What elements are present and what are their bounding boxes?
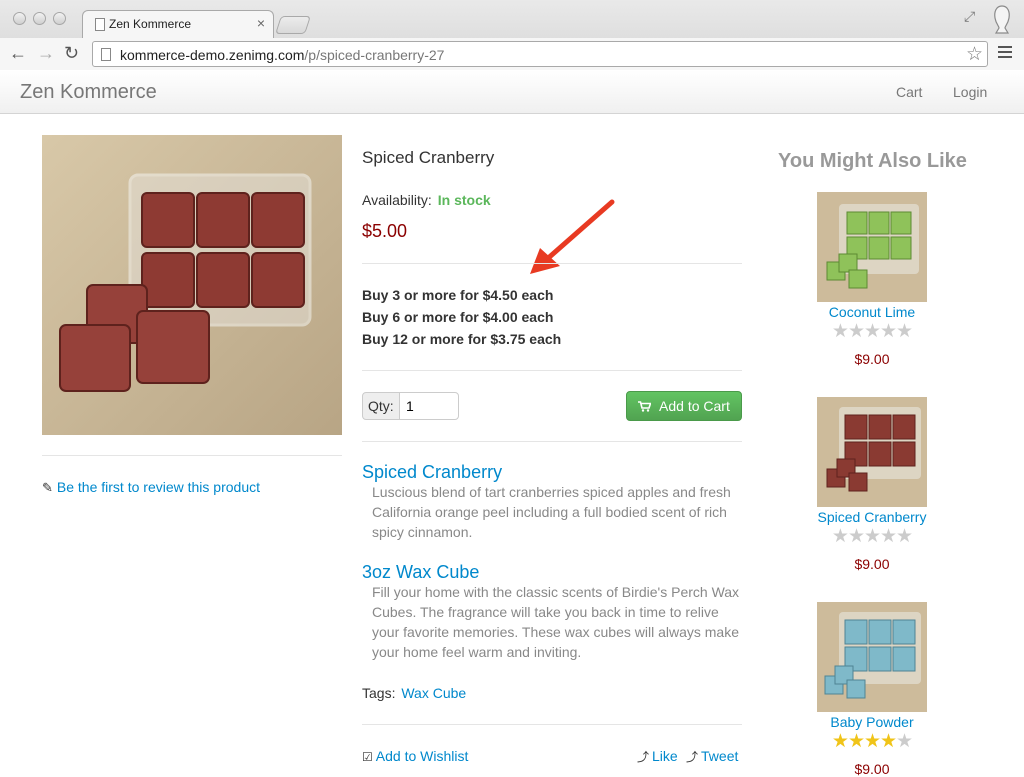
add-to-wishlist-link[interactable]: ☑ Add to Wishlist <box>362 748 468 764</box>
brand-logo[interactable]: Zen Kommerce <box>20 81 157 104</box>
suggestion-image[interactable] <box>817 397 927 507</box>
browser-tab[interactable]: Zen Kommerce × <box>82 10 274 38</box>
write-review-link[interactable]: ✎ Be the first to review this product <box>42 479 260 496</box>
suggestion-name[interactable]: Spiced Cranberry <box>797 509 947 525</box>
profile-icon[interactable] <box>990 4 1014 34</box>
reload-icon[interactable]: ↻ <box>64 43 79 64</box>
qty-label: Qty: <box>362 392 400 420</box>
check-icon: ☑ <box>362 750 373 764</box>
page-icon <box>95 18 105 31</box>
new-tab-button[interactable] <box>275 16 311 34</box>
tier-price: Buy 6 or more for $4.00 each <box>362 309 554 325</box>
section-title: 3oz Wax Cube <box>362 562 480 582</box>
divider <box>362 724 742 725</box>
rating-stars: ★★★★★ <box>831 321 913 342</box>
tier-price: Buy 12 or more for $3.75 each <box>362 331 562 347</box>
suggestion-price: $9.00 <box>854 351 890 367</box>
forward-icon[interactable]: → <box>37 43 55 64</box>
rating-stars: ★★★★★ <box>831 526 913 547</box>
like-link[interactable]: ⤴ Like <box>637 748 678 765</box>
browser-menu-icon[interactable] <box>998 46 1012 61</box>
product-image <box>42 135 342 435</box>
rating-stars: ★★★★★ <box>831 731 913 752</box>
zoom-window-button[interactable] <box>53 12 66 25</box>
section-body: Fill your home with the classic scents o… <box>372 584 740 660</box>
divider <box>362 441 742 442</box>
tier-price: Buy 3 or more for $4.50 each <box>362 287 554 303</box>
share-icon: ⤴ <box>686 750 699 764</box>
tab-close-icon[interactable]: × <box>257 15 265 31</box>
page-icon <box>101 48 111 61</box>
pencil-icon: ✎ <box>42 480 53 495</box>
divider <box>42 455 342 456</box>
bookmark-star-icon[interactable]: ☆ <box>966 43 983 66</box>
suggestion-image[interactable] <box>817 602 927 712</box>
add-to-cart-button[interactable]: Add to Cart <box>626 391 742 421</box>
section-body: Luscious blend of tart cranberries spice… <box>372 484 731 540</box>
suggestion-name[interactable]: Baby Powder <box>797 714 947 730</box>
site-navbar: Zen Kommerce Cart Login <box>0 70 1024 114</box>
share-icon: ⤴ <box>637 750 650 764</box>
minimize-window-button[interactable] <box>33 12 46 25</box>
divider <box>362 263 742 264</box>
browser-chrome: Zen Kommerce × ⤢ ← → ↻ kommerce-demo.zen… <box>0 0 1024 70</box>
product-price: $5.00 <box>362 221 408 241</box>
product-title: Spiced Cranberry <box>362 148 495 167</box>
suggestions-title: You Might Also Like <box>778 150 967 172</box>
section-title: Spiced Cranberry <box>362 462 503 482</box>
suggestion-image[interactable] <box>817 192 927 302</box>
tag-link[interactable]: Wax Cube <box>401 685 466 701</box>
close-window-button[interactable] <box>13 12 26 25</box>
nav-cart-link[interactable]: Cart <box>896 84 922 100</box>
stock-status: In stock <box>437 192 491 208</box>
fullscreen-icon[interactable]: ⤢ <box>964 8 975 25</box>
qty-input[interactable] <box>399 392 459 420</box>
suggestion-price: $9.00 <box>854 556 890 572</box>
product-tags: Tags: Wax Cube <box>362 685 467 701</box>
back-icon[interactable]: ← <box>9 43 27 64</box>
nav-login-link[interactable]: Login <box>953 84 987 100</box>
browser-toolbar: ← → ↻ kommerce-demo.zenimg.com/p/spiced-… <box>0 38 1024 70</box>
annotation-arrow <box>530 199 615 274</box>
tweet-link[interactable]: ⤴ Tweet <box>686 748 738 765</box>
cart-icon <box>638 398 655 414</box>
tab-title: Zen Kommerce <box>109 17 192 31</box>
suggestion-name[interactable]: Coconut Lime <box>797 304 947 320</box>
suggestion-price: $9.00 <box>854 761 890 777</box>
divider <box>362 370 742 371</box>
url-text: kommerce-demo.zenimg.com/p/spiced-cranbe… <box>120 47 445 63</box>
address-bar[interactable]: kommerce-demo.zenimg.com/p/spiced-cranbe… <box>92 41 988 67</box>
availability: Availability: In stock <box>362 192 491 208</box>
